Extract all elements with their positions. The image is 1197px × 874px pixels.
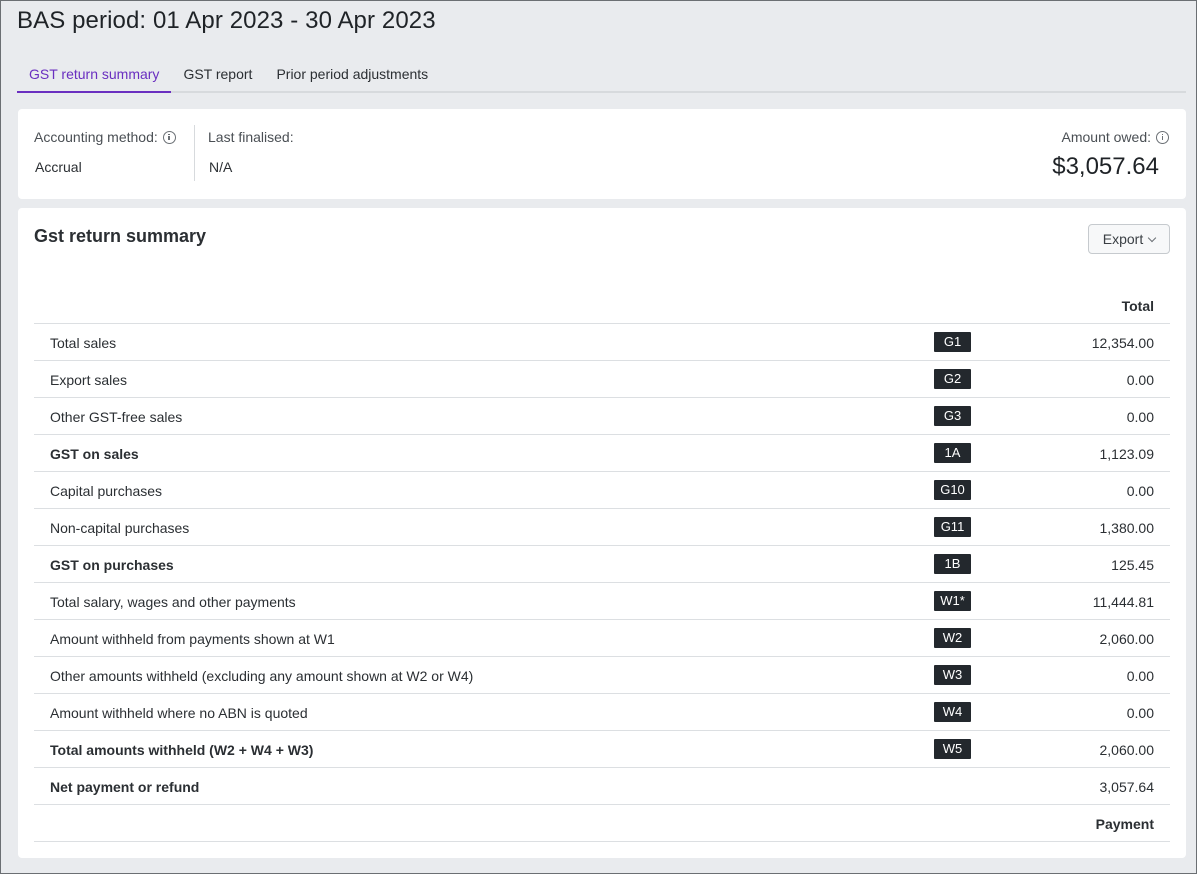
row-label: Other GST-free sales — [50, 409, 183, 425]
row-label: Capital purchases — [50, 483, 163, 499]
row-label: Amount withheld where no ABN is quoted — [50, 705, 308, 721]
bas-code-badge: W5 — [934, 739, 971, 759]
amount-owed-label: Amount owed: — [1061, 129, 1169, 145]
table-row: Amount withheld where no ABN is quoted W… — [34, 694, 1170, 731]
row-value: 12,354.00 — [1091, 335, 1154, 351]
divider — [194, 125, 195, 181]
table-row: GST on purchases 1B 125.45 — [34, 546, 1170, 583]
tab-bar: GST return summary GST report Prior peri… — [17, 63, 1186, 93]
row-label: Non-capital purchases — [50, 520, 190, 536]
row-value: 1,380.00 — [1099, 520, 1155, 536]
row-value: 0.00 — [1126, 705, 1154, 721]
accounting-method-value: Accrual — [35, 159, 82, 175]
export-button-label: Export — [1102, 231, 1144, 247]
payment-label: Payment — [1095, 816, 1154, 832]
row-value: 0.00 — [1126, 483, 1154, 499]
amount-owed-value: $3,057.64 — [1052, 153, 1159, 180]
amount-owed-label-text: Amount owed: — [1061, 129, 1152, 145]
gst-return-summary-card: Gst return summary Export Total Total sa… — [18, 208, 1186, 858]
bas-info-card: Accounting method: Accrual Last finalise… — [18, 109, 1186, 199]
section-title: Gst return summary — [34, 226, 207, 246]
summary-table: Total Total sales G1 12,354.00 Export sa… — [34, 288, 1170, 842]
table-row: Capital purchases G10 0.00 — [34, 472, 1170, 509]
bas-code-badge: W3 — [934, 665, 971, 685]
export-button[interactable]: Export — [1088, 224, 1170, 254]
info-icon[interactable] — [1156, 130, 1169, 144]
row-label: Net payment or refund — [50, 779, 200, 795]
row-value: 2,060.00 — [1099, 631, 1155, 647]
bas-code-badge: G3 — [934, 406, 971, 426]
row-value: 2,060.00 — [1099, 742, 1155, 758]
row-value: 11,444.81 — [1092, 594, 1154, 610]
row-value: 0.00 — [1126, 372, 1154, 388]
last-finalised-label: Last finalised: — [208, 129, 294, 145]
tab-prior-period-adjustments[interactable]: Prior period adjustments — [264, 63, 440, 91]
table-row: Total sales G1 12,354.00 — [34, 324, 1170, 361]
last-finalised-value: N/A — [209, 159, 233, 175]
info-icon[interactable] — [162, 130, 176, 144]
page-title: BAS period: 01 Apr 2023 - 30 Apr 2023 — [17, 7, 436, 34]
table-header: Total — [34, 288, 1170, 324]
row-value: 0.00 — [1126, 668, 1154, 684]
bas-code-badge: G1 — [934, 332, 971, 352]
row-label: Total salary, wages and other payments — [50, 594, 296, 610]
row-value: 3,057.64 — [1099, 779, 1155, 795]
table-row: Net payment or refund 3,057.64 — [34, 768, 1170, 805]
table-row: Amount withheld from payments shown at W… — [34, 620, 1170, 657]
bas-code-badge: 1A — [934, 443, 971, 463]
table-row: Other GST-free sales G3 0.00 — [34, 398, 1170, 435]
row-label: Other amounts withheld (excluding any am… — [50, 668, 474, 684]
table-row: Total amounts withheld (W2 + W4 + W3) W5… — [34, 731, 1170, 768]
bas-code-badge: W2 — [934, 628, 971, 648]
table-row: GST on sales 1A 1,123.09 — [34, 435, 1170, 472]
bas-code-badge: G2 — [934, 369, 971, 389]
row-label: Total sales — [50, 335, 117, 351]
bas-code-badge: 1B — [934, 554, 971, 574]
table-row: Export sales G2 0.00 — [34, 361, 1170, 398]
tab-gst-report[interactable]: GST report — [171, 63, 264, 91]
row-label: Amount withheld from payments shown at W… — [50, 631, 335, 647]
table-row: Other amounts withheld (excluding any am… — [34, 657, 1170, 694]
row-value: 0.00 — [1126, 409, 1154, 425]
accounting-method-label: Accounting method: — [34, 129, 176, 145]
row-label: Export sales — [50, 372, 128, 388]
bas-code-badge: W1* — [934, 591, 971, 611]
tab-gst-return-summary[interactable]: GST return summary — [17, 63, 172, 93]
row-value: 1,123.09 — [1099, 446, 1155, 462]
accounting-method-label-text: Accounting method: — [34, 129, 158, 145]
bas-code-badge: G10 — [934, 480, 971, 500]
table-row: Non-capital purchases G11 1,380.00 — [34, 509, 1170, 546]
last-finalised-label-text: Last finalised: — [208, 129, 294, 145]
table-footer: Payment — [34, 805, 1170, 842]
row-label: GST on purchases — [50, 557, 174, 573]
table-row: Total salary, wages and other payments W… — [34, 583, 1170, 620]
row-label: GST on sales — [50, 446, 139, 462]
column-header-total: Total — [1121, 298, 1154, 314]
bas-code-badge: G11 — [934, 517, 971, 537]
row-value: 125.45 — [1111, 557, 1154, 573]
chevron-down-icon — [1147, 233, 1157, 242]
bas-code-badge: W4 — [934, 702, 971, 722]
row-label: Total amounts withheld (W2 + W4 + W3) — [50, 742, 314, 758]
